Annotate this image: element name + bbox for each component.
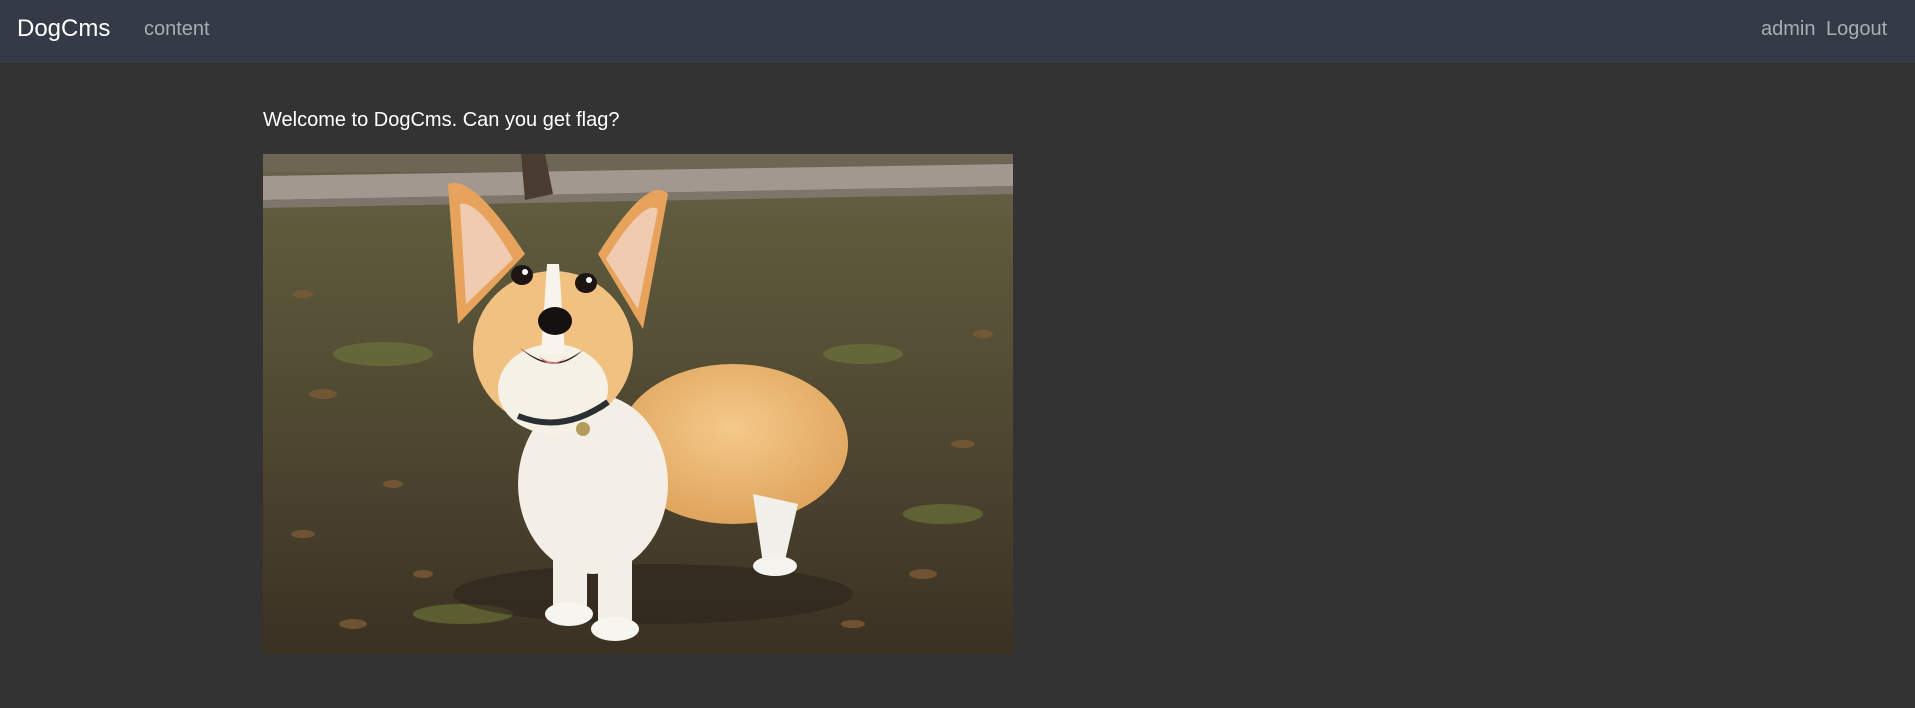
corgi-photo [263, 154, 1013, 654]
brand-link[interactable]: DogCms [17, 15, 110, 43]
nav-link-admin[interactable]: admin [1761, 18, 1815, 41]
logout-link[interactable]: Logout [1826, 18, 1887, 41]
top-navbar: DogCms content admin Logout [0, 0, 1915, 63]
corgi-illustration [263, 154, 1013, 654]
welcome-message: Welcome to DogCms. Can you get flag? [263, 109, 620, 131]
nav-link-content[interactable]: content [144, 18, 210, 41]
